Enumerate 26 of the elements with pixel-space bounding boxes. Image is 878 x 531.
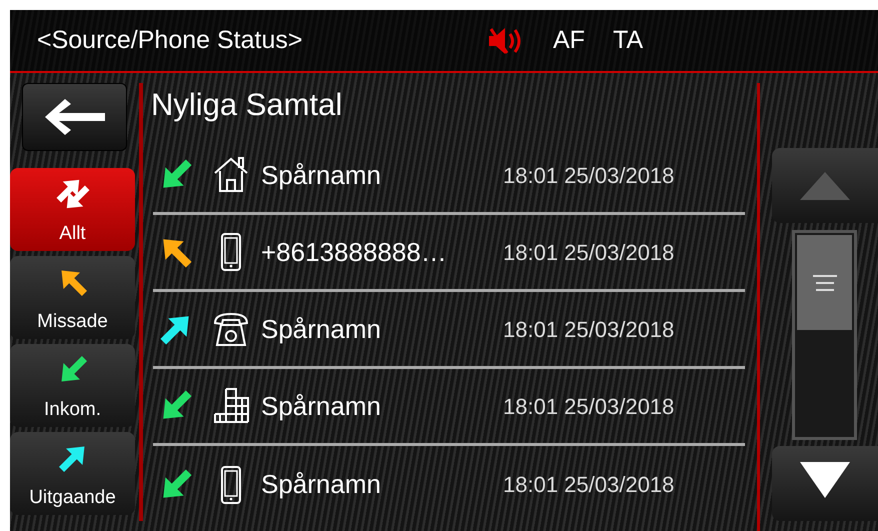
contact-name: Spårnamn: [261, 390, 382, 422]
page-title: Nyliga Samtal: [151, 86, 342, 124]
filter-tab[interactable]: Inkom.: [10, 344, 135, 427]
back-button[interactable]: [22, 83, 127, 151]
filter-tab[interactable]: Uitgaande: [10, 432, 135, 515]
filter-tab[interactable]: Missade: [10, 256, 135, 339]
call-time: 18:01 25/03/2018: [503, 162, 674, 190]
contact-name: Spårnamn: [261, 158, 382, 192]
call-time: 18:01 25/03/2018: [503, 316, 674, 344]
back-arrow-icon: [42, 97, 106, 137]
contact-name: +8613888888…: [261, 236, 448, 268]
grip-icon: [812, 274, 836, 292]
contact-name: Spårnamn: [261, 468, 382, 501]
scroll-down-button[interactable]: [772, 446, 878, 521]
source-status: <Source/Phone Status>: [37, 24, 304, 56]
call-time: 18:01 25/03/2018: [503, 392, 674, 420]
af-indicator: AF: [553, 24, 585, 56]
scrollbar-thumb[interactable]: [797, 235, 852, 330]
filter-tab[interactable]: Allt: [10, 168, 135, 251]
call-time: 18:01 25/03/2018: [503, 238, 674, 266]
up-triangle-icon: [798, 170, 852, 202]
call-time: 18:01 25/03/2018: [503, 471, 674, 499]
contact-name: Spårnamn: [261, 312, 382, 346]
ta-indicator: TA: [612, 24, 644, 56]
down-triangle-icon: [798, 460, 852, 500]
building-icon: [211, 386, 251, 426]
